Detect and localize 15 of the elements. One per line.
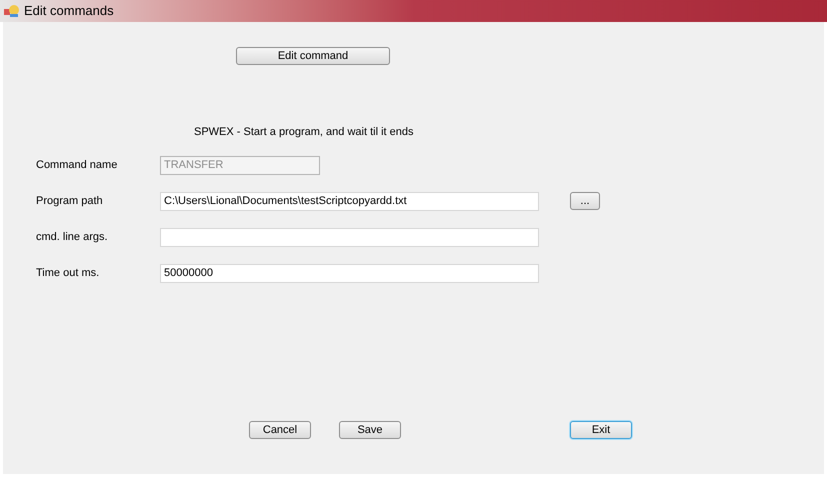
dialog-button[interactable]: Save	[339, 421, 401, 439]
text-field[interactable]: C:\Users\Lional\Documents\testScriptcopyardd.txt	[160, 192, 539, 210]
field-label: Program path	[35, 194, 104, 209]
description-text: SPWEX - Start a program, and wait til it ends	[194, 126, 414, 138]
window-title: Edit commands	[24, 2, 114, 20]
browse-button[interactable]: ...	[570, 192, 600, 210]
dialog-button[interactable]: Cancel	[249, 421, 311, 439]
app-icon	[4, 4, 20, 18]
field-label: Time out ms.	[35, 266, 100, 281]
field-label: Command name	[35, 158, 118, 173]
field-label: cmd. line args.	[35, 230, 109, 245]
text-field[interactable]	[160, 228, 539, 246]
dialog-button[interactable]: Exit	[570, 421, 632, 439]
edit-command-button[interactable]: Edit command	[236, 47, 390, 65]
text-field[interactable]: 50000000	[160, 264, 539, 282]
